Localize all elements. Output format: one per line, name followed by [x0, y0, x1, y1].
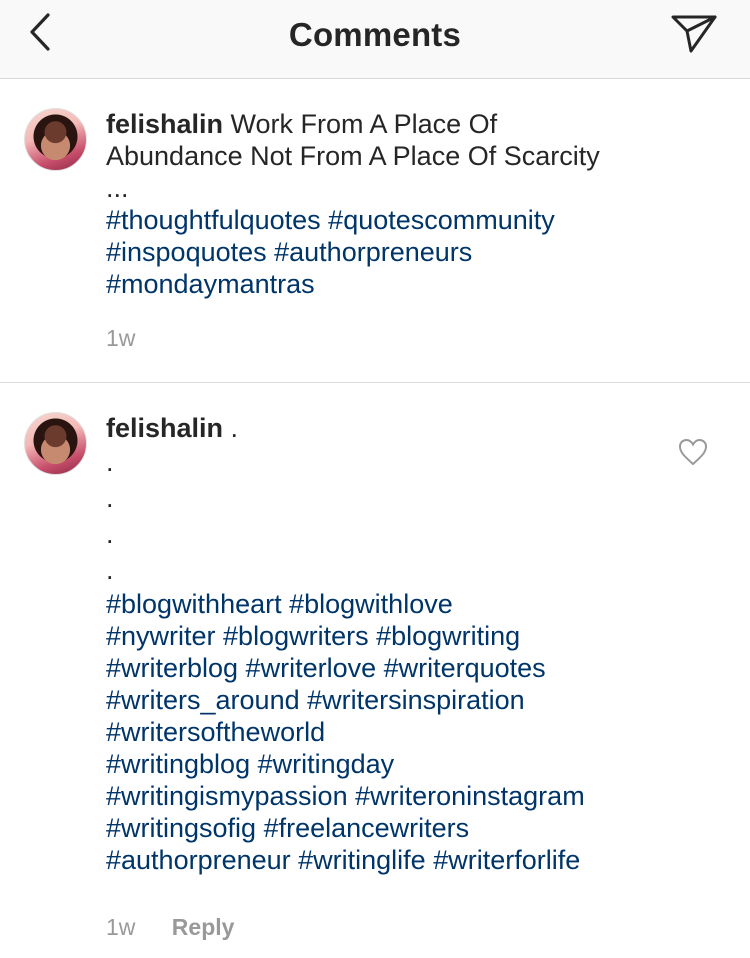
comment-timestamp: 1w: [106, 914, 136, 940]
like-button[interactable]: [678, 438, 708, 466]
comment-meta: 1w Reply: [106, 914, 234, 941]
hashtag-line[interactable]: #nywriter #blogwriters #blogwriting: [106, 620, 666, 652]
avatar[interactable]: [24, 108, 87, 171]
dot-line: .: [106, 555, 114, 585]
username-link[interactable]: felishalin: [106, 109, 223, 139]
caption-comment: felishalin Work From A Place Of Abundanc…: [0, 80, 750, 383]
hashtag-line[interactable]: #writingblog #writingday: [106, 748, 666, 780]
paper-plane-icon: [671, 15, 717, 53]
comment-line-1: felishalin .: [106, 412, 666, 444]
comment-timestamp: 1w: [106, 325, 136, 351]
hashtag-line[interactable]: #writingismypassion #writeroninstagram: [106, 780, 666, 812]
dot-line: .: [106, 447, 114, 477]
header-bar: Comments: [0, 0, 750, 79]
comment-item: felishalin . . . . . #blogwithheart #blo…: [0, 384, 750, 958]
comment-body: felishalin Work From A Place Of Abundanc…: [106, 108, 666, 300]
hashtag-line[interactable]: #writers_around #writersinspiration: [106, 684, 666, 716]
hashtag-line[interactable]: #authorpreneur #writinglife #writerforli…: [106, 844, 666, 876]
dot-line: .: [106, 483, 114, 513]
caption-text: Work From A Place Of: [230, 109, 498, 139]
hashtag-line[interactable]: #writingsofig #freelancewriters: [106, 812, 666, 844]
comment-meta: 1w: [106, 325, 135, 352]
comment-body: felishalin . . . . . #blogwithheart #blo…: [106, 412, 666, 876]
caption-ellipsis: ...: [106, 173, 129, 203]
page-title: Comments: [288, 16, 462, 53]
heart-outline-icon: [678, 438, 708, 466]
dot-line: .: [106, 519, 114, 549]
username-link[interactable]: felishalin: [106, 413, 223, 443]
caption-text-line-2: Abundance Not From A Place Of Scarcity: [106, 141, 600, 171]
hashtag-line[interactable]: #writersoftheworld: [106, 716, 666, 748]
caption-line-1: felishalin Work From A Place Of: [106, 108, 666, 140]
hashtag-line[interactable]: #writerblog #writerlove #writerquotes: [106, 652, 666, 684]
comment-text: .: [230, 413, 239, 443]
reply-button[interactable]: Reply: [172, 914, 235, 940]
hashtag-line[interactable]: #thoughtfulquotes #quotescommunity: [106, 204, 666, 236]
hashtag-line[interactable]: #inspoquotes #authorpreneurs: [106, 236, 666, 268]
avatar[interactable]: [24, 412, 87, 475]
hashtag-line[interactable]: #blogwithheart #blogwithlove: [106, 588, 666, 620]
share-button[interactable]: [666, 8, 722, 60]
hashtag-line[interactable]: #mondaymantras: [106, 268, 666, 300]
